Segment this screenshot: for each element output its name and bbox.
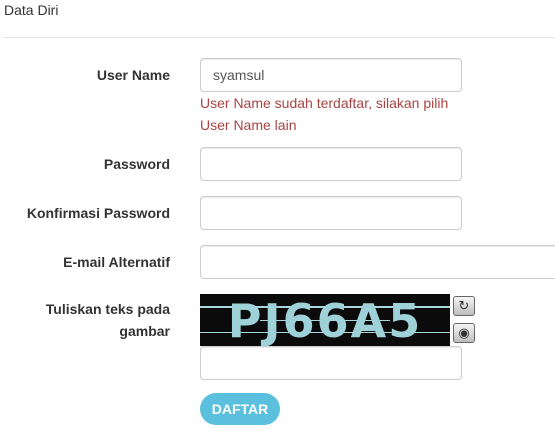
section-divider (4, 37, 555, 38)
captcha-label-line1: Tuliskan teks pada (45, 301, 170, 317)
refresh-icon: ↻ (458, 298, 470, 313)
captcha-label-line2: gambar (119, 323, 170, 339)
section-title: Data Diri (4, 2, 59, 18)
username-error-line2: User Name lain (200, 117, 297, 133)
password-label: Password (103, 156, 170, 172)
username-error: User Name sudah terdaftar, silakan pilih… (200, 92, 470, 136)
alt-email-label: E-mail Alternatif (63, 254, 170, 270)
captcha-input[interactable] (200, 346, 462, 380)
confirm-password-label: Konfirmasi Password (26, 205, 170, 221)
captcha-refresh-button[interactable]: ↻ (453, 296, 475, 316)
captcha-image: PJ66A5 (200, 294, 450, 346)
alt-email-input[interactable] (200, 245, 555, 279)
captcha-label: Tuliskan teks pada gambar (46, 298, 170, 342)
captcha-audio-button[interactable]: ◉ (453, 323, 475, 343)
captcha-text: PJ66A5 (227, 294, 423, 346)
audio-icon: ◉ (458, 325, 470, 340)
username-label: User Name (96, 67, 170, 83)
confirm-password-input[interactable] (200, 196, 462, 230)
register-button[interactable]: DAFTAR (200, 393, 280, 425)
password-input[interactable] (200, 147, 462, 181)
username-error-line1: User Name sudah terdaftar, silakan pilih (200, 95, 449, 111)
username-input[interactable] (200, 58, 462, 92)
